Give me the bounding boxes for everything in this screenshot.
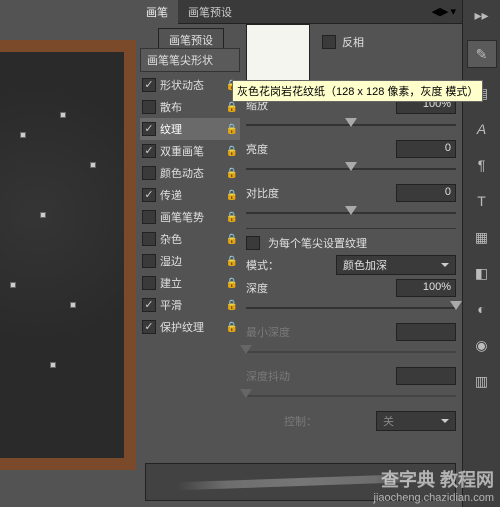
option-label: 形状动态 (160, 77, 222, 93)
brightness-input[interactable]: 0 (396, 140, 456, 158)
control-dropdown: 关 (376, 411, 456, 431)
brush-options-list: 画笔笔尖形状 形状动态🔒散布🔒纹理🔒双重画笔🔒颜色动态🔒传递🔒画笔笔势🔒杂色🔒湿… (140, 48, 240, 338)
brightness-slider[interactable] (246, 162, 456, 176)
min-depth-input (396, 323, 456, 341)
depth-input[interactable]: 100% (396, 279, 456, 297)
brush-option-row[interactable]: 传递 🔒 (140, 184, 240, 206)
lock-icon[interactable]: 🔒 (226, 168, 238, 179)
brush-option-row[interactable]: 双重画笔 🔒 (140, 140, 240, 162)
option-label: 平滑 (160, 297, 222, 313)
section-tip-shape[interactable]: 画笔笔尖形状 (140, 48, 240, 72)
lock-icon[interactable]: 🔒 (226, 234, 238, 245)
option-label: 双重画笔 (160, 143, 222, 159)
option-label: 画笔笔势 (160, 209, 222, 225)
option-label: 颜色动态 (160, 165, 222, 181)
mode-label: 模式： (246, 257, 300, 273)
per-tip-label: 为每个笔尖设置纹理 (268, 235, 367, 251)
brush-option-row[interactable]: 散布 🔒 (140, 96, 240, 118)
chalkboard-canvas (0, 40, 136, 470)
min-depth-label: 最小深度 (246, 324, 300, 340)
contrast-slider[interactable] (246, 206, 456, 220)
right-icon-rail: ▸▸ ✎ ▤ A ¶ T ▦ ◧ ◐ ◉ ▥ (462, 0, 500, 507)
option-label: 传递 (160, 187, 222, 203)
brush-panel-icon[interactable]: ✎ (467, 40, 497, 68)
min-depth-slider (246, 345, 456, 359)
swatches-icon[interactable]: ▦ (467, 226, 497, 248)
option-label: 湿边 (160, 253, 222, 269)
texture-thumbnail[interactable] (246, 24, 310, 88)
paragraph-icon[interactable]: ¶ (467, 154, 497, 176)
depth-slider[interactable] (246, 301, 456, 315)
option-label: 纹理 (160, 121, 222, 137)
option-checkbox[interactable] (142, 232, 156, 246)
option-label: 保护纹理 (160, 319, 222, 335)
brush-option-row[interactable]: 平滑 🔒 (140, 294, 240, 316)
brush-option-row[interactable]: 保护纹理 🔒 (140, 316, 240, 338)
lock-icon[interactable]: 🔒 (226, 146, 238, 157)
brush-option-row[interactable]: 纹理 🔒 (140, 118, 240, 140)
expand-icon[interactable]: ▸▸ (467, 4, 497, 26)
lock-icon[interactable]: 🔒 (226, 212, 238, 223)
invert-checkbox[interactable] (322, 35, 336, 49)
option-checkbox[interactable] (142, 122, 156, 136)
depth-jitter-label: 深度抖动 (246, 368, 300, 384)
panel-tab-bar: 画笔 画笔预设 ◀▶▾ (136, 0, 462, 24)
panel-menu-icon[interactable]: ◀▶▾ (426, 5, 462, 18)
option-label: 散布 (160, 99, 222, 115)
option-label: 建立 (160, 275, 222, 291)
option-checkbox[interactable] (142, 188, 156, 202)
channels-icon[interactable]: ◉ (467, 334, 497, 356)
lock-icon[interactable]: 🔒 (226, 256, 238, 267)
contrast-input[interactable]: 0 (396, 184, 456, 202)
option-checkbox[interactable] (142, 298, 156, 312)
depth-jitter-input (396, 367, 456, 385)
option-checkbox[interactable] (142, 144, 156, 158)
lock-icon[interactable]: 🔒 (226, 102, 238, 113)
depth-jitter-slider (246, 389, 456, 403)
depth-label: 深度 (246, 280, 300, 296)
option-checkbox[interactable] (142, 100, 156, 114)
brightness-label: 亮度 (246, 141, 300, 157)
watermark: 查字典 教程网 jiaocheng.chazidian.com (374, 470, 494, 505)
scale-slider[interactable] (246, 118, 456, 132)
lock-icon[interactable]: 🔒 (226, 278, 238, 289)
styles2-icon[interactable]: ◧ (467, 262, 497, 284)
invert-option: 反相 (322, 34, 364, 50)
control-label: 控制： (284, 413, 338, 429)
tab-brush-presets[interactable]: 画笔预设 (178, 0, 242, 24)
styles-icon[interactable]: T (467, 190, 497, 212)
option-label: 杂色 (160, 231, 222, 247)
lock-icon[interactable]: 🔒 (226, 322, 238, 333)
contrast-label: 对比度 (246, 185, 300, 201)
lock-icon[interactable]: 🔒 (226, 190, 238, 201)
lock-icon[interactable]: 🔒 (226, 300, 238, 311)
brush-option-row[interactable]: 颜色动态 🔒 (140, 162, 240, 184)
texture-tooltip: 灰色花岗岩花纹纸（128 x 128 像素，灰度 模式） (232, 80, 483, 102)
texture-controls: 缩放 100% 亮度 0 对比度 0 为每个笔尖设置纹理 模式： 颜色加深 深度… (246, 96, 456, 435)
option-checkbox[interactable] (142, 254, 156, 268)
option-checkbox[interactable] (142, 78, 156, 92)
per-tip-checkbox[interactable] (246, 236, 260, 250)
brush-option-row[interactable]: 建立 🔒 (140, 272, 240, 294)
invert-label: 反相 (342, 34, 364, 50)
adjustments-icon[interactable]: ◐ (467, 298, 497, 320)
lock-icon[interactable]: 🔒 (226, 124, 238, 135)
layers-icon[interactable]: ▥ (467, 370, 497, 392)
brush-option-row[interactable]: 湿边 🔒 (140, 250, 240, 272)
brush-option-row[interactable]: 画笔笔势 🔒 (140, 206, 240, 228)
option-checkbox[interactable] (142, 166, 156, 180)
character-icon[interactable]: A (467, 118, 497, 140)
option-checkbox[interactable] (142, 320, 156, 334)
option-checkbox[interactable] (142, 210, 156, 224)
mode-dropdown[interactable]: 颜色加深 (336, 255, 456, 275)
brush-option-row[interactable]: 杂色 🔒 (140, 228, 240, 250)
option-checkbox[interactable] (142, 276, 156, 290)
brush-option-row[interactable]: 形状动态🔒 (140, 74, 240, 96)
tab-brush[interactable]: 画笔 (136, 0, 178, 24)
